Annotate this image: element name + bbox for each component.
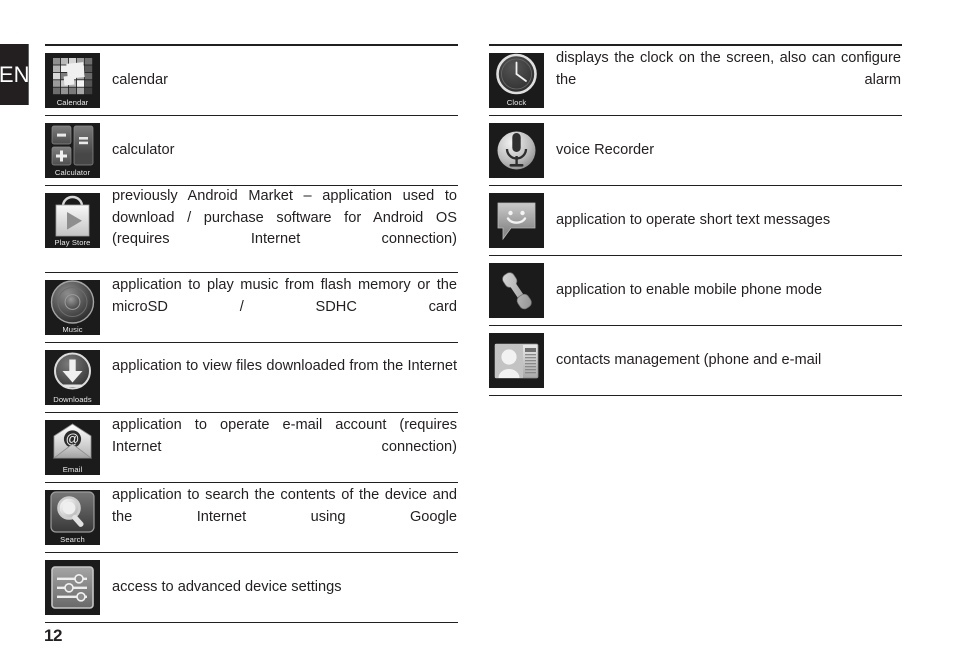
downloads-icon: Downloads — [45, 350, 100, 406]
table-row: Search application to search the contents… — [45, 483, 458, 554]
email-icon: @ Email — [45, 420, 100, 476]
icon-description-cell: application to view files downloaded fro… — [100, 343, 458, 412]
icon-cell — [489, 326, 544, 395]
table-row: Play Store previously Android Market – ap… — [45, 186, 458, 274]
icon-description-cell: application to enable mobile phone mode — [544, 256, 902, 325]
icon-description-cell: displays the clock on the screen, also c… — [544, 46, 902, 115]
icon-cell — [489, 256, 544, 325]
table-row: application to enable mobile phone mode — [489, 256, 902, 326]
icon-description-text: voice Recorder — [556, 141, 655, 158]
messaging-icon — [489, 193, 544, 248]
table-row: Calculator calculator — [45, 116, 458, 186]
table-row: Downloads application to view files downl… — [45, 343, 458, 414]
icon-description-cell: application to operate short text messag… — [544, 186, 902, 255]
icon-description-cell: previously Android Market – application … — [100, 186, 458, 272]
table-row: Calendar calendar — [45, 46, 458, 116]
icon-description-cell: access to advanced device settings — [100, 553, 458, 622]
icon-cell: Calendar — [45, 46, 100, 115]
icon-description-text: application to enable mobile phone mode — [556, 281, 823, 298]
table-row: @ Email application to operate e-mail acco… — [45, 413, 458, 484]
icon-tile-label: Email — [62, 465, 83, 475]
icon-tile-label: Clock — [506, 98, 527, 107]
icon-cell: Calculator — [45, 116, 100, 185]
icon-description-text: displays the clock on the screen, also c… — [556, 50, 901, 88]
icon-description-text: application to search the contents of th… — [112, 487, 457, 526]
clock-icon: Clock — [489, 53, 544, 108]
table-row: application to operate short text messag… — [489, 186, 902, 256]
right-column-rows: Clock displays the clock on the screen, a… — [489, 46, 902, 396]
icon-description-text: access to advanced device settings — [112, 579, 342, 596]
phone-icon — [489, 263, 544, 318]
table-row: Clock displays the clock on the screen, a… — [489, 46, 902, 116]
icon-description-text: calculator — [112, 141, 175, 158]
icon-tile-label: Downloads — [53, 395, 92, 405]
table-row: access to advanced device settings — [45, 553, 458, 624]
icon-cell: @ Email — [45, 413, 100, 482]
icon-tile-label: Search — [60, 535, 85, 545]
icon-cell: Search — [45, 483, 100, 552]
phone-icon-glyph — [489, 263, 544, 318]
icon-description-cell: voice Recorder — [544, 116, 902, 185]
right-column: Clock displays the clock on the screen, a… — [489, 44, 902, 396]
icon-description-text: previously Android Market – application … — [112, 188, 457, 248]
calendar-icon: Calendar — [45, 53, 100, 108]
messaging-icon-glyph — [489, 193, 544, 248]
icon-description-cell: application to search the contents of th… — [100, 483, 458, 552]
search-icon: Search — [45, 490, 100, 546]
icon-reference-table: Calendar calendar Calculator calculator Play… — [0, 0, 954, 671]
page-number: 12 — [44, 626, 63, 645]
icon-description-text: application to operate e-mail account (r… — [112, 417, 457, 456]
left-column-rows: Calendar calendar Calculator calculator Play… — [45, 46, 458, 624]
icon-cell: Clock — [489, 46, 544, 115]
table-row: voice Recorder — [489, 116, 902, 186]
icon-tile-label: Play Store — [54, 238, 91, 247]
settings-icon-glyph — [45, 560, 100, 615]
icon-description-cell: calculator — [100, 116, 458, 185]
table-row: contacts management (phone and e-mail — [489, 326, 902, 396]
icon-cell: Music — [45, 273, 100, 342]
icon-cell: Play Store — [45, 186, 100, 255]
icon-description-text: application to operate short text messag… — [556, 211, 831, 228]
icon-cell — [489, 116, 544, 185]
contacts-icon-glyph — [489, 333, 544, 388]
play-store-icon: Play Store — [45, 193, 100, 248]
icon-description-text: application to view files downloaded fro… — [112, 358, 457, 375]
icon-cell — [489, 186, 544, 255]
icon-description-cell: contacts management (phone and e-mail — [544, 326, 902, 395]
icon-description-cell: application to play music from flash mem… — [100, 273, 458, 342]
calculator-icon: Calculator — [45, 123, 100, 178]
icon-description-cell: application to operate e-mail account (r… — [100, 413, 458, 482]
icon-description-text: application to play music from flash mem… — [112, 277, 457, 316]
icon-tile-label: Calculator — [54, 168, 91, 177]
voice-recorder-icon-glyph — [489, 123, 544, 178]
contacts-icon — [489, 333, 544, 388]
icon-description-text: calendar — [112, 71, 168, 88]
icon-cell — [45, 553, 100, 622]
voice-recorder-icon — [489, 123, 544, 178]
settings-icon — [45, 560, 100, 616]
icon-tile-label: Calendar — [56, 98, 89, 107]
icon-description-text: contacts management (phone and e-mail — [556, 351, 822, 368]
table-row: Music application to play music from flas… — [45, 273, 458, 344]
icon-cell: Downloads — [45, 343, 100, 412]
icon-tile-label: Music — [62, 325, 83, 335]
left-column: Calendar calendar Calculator calculator Play… — [45, 44, 458, 624]
icon-description-cell: calendar — [100, 46, 458, 115]
music-icon: Music — [45, 280, 100, 336]
